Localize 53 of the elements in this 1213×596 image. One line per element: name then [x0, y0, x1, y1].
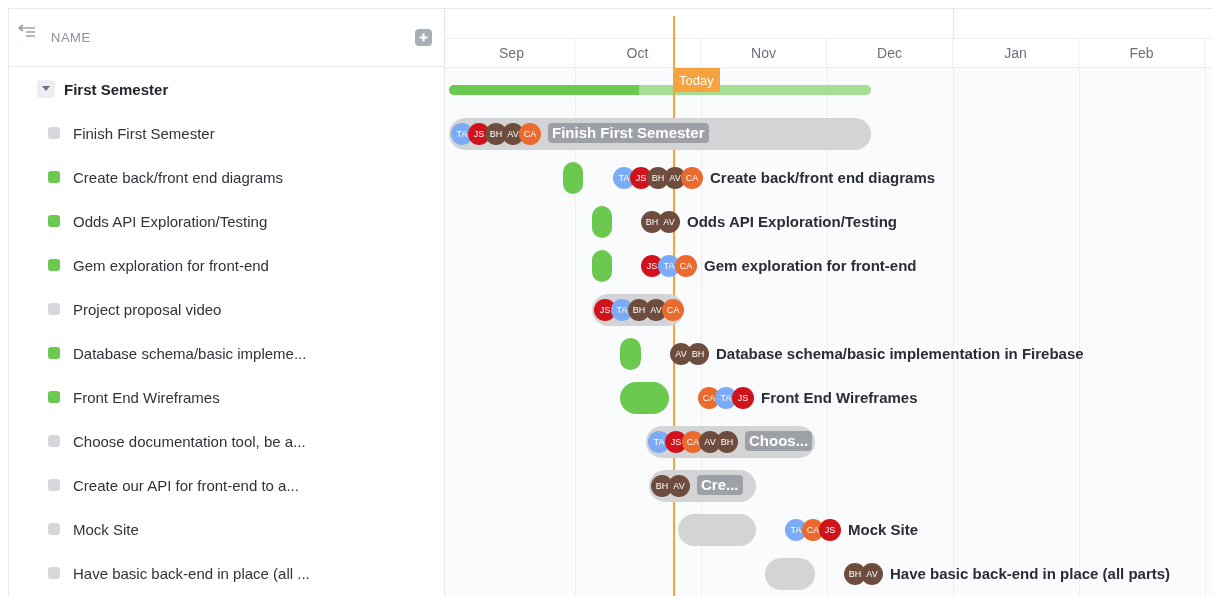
add-icon[interactable] — [415, 29, 432, 46]
status-square[interactable] — [48, 435, 60, 447]
collapse-icon[interactable] — [18, 23, 36, 38]
month-label: Dec — [877, 45, 902, 61]
status-square[interactable] — [48, 259, 60, 271]
bar-label: Database schema/basic implementation in Firebase — [716, 344, 1084, 364]
task-name[interactable]: Create our API for front-end to a... — [73, 476, 299, 494]
bar-label: Gem exploration for front-end — [704, 256, 917, 276]
task-name[interactable]: Front End Wireframes — [73, 388, 220, 406]
month-label: Oct — [626, 45, 649, 61]
status-square[interactable] — [48, 303, 60, 315]
avatar: JS — [732, 387, 754, 409]
status-square[interactable] — [48, 479, 60, 491]
today-marker: Today — [673, 68, 720, 92]
status-square[interactable] — [48, 127, 60, 139]
bar-label: Have basic back-end in place (all parts) — [890, 564, 1171, 584]
bar-label: Cre... — [697, 475, 743, 495]
avatar: CA — [681, 167, 703, 189]
month-label: Jan — [1004, 45, 1027, 61]
status-square[interactable] — [48, 523, 60, 535]
bar-label: Mock Site — [848, 520, 919, 540]
status-square[interactable] — [48, 171, 60, 183]
status-square[interactable] — [48, 567, 60, 579]
avatar: JS — [819, 519, 841, 541]
bar-label: Front End Wireframes — [761, 388, 918, 408]
task-name[interactable]: Odds API Exploration/Testing — [73, 212, 268, 230]
group-name[interactable]: First Semester — [64, 80, 169, 98]
task-name[interactable]: Project proposal video — [73, 300, 222, 318]
bar-label: Choos... — [745, 431, 813, 451]
avatar: AV — [861, 563, 883, 585]
column-header: NAME — [51, 30, 91, 45]
avatar: CA — [662, 299, 684, 321]
status-square[interactable] — [48, 391, 60, 403]
month-label: Feb — [1129, 45, 1154, 61]
status-square[interactable] — [48, 215, 60, 227]
month-label: Nov — [751, 45, 776, 61]
task-name[interactable]: Create back/front end diagrams — [73, 168, 284, 186]
caret-icon — [42, 86, 50, 92]
expand-toggle[interactable] — [37, 80, 55, 98]
task-name[interactable]: Mock Site — [73, 520, 139, 538]
bar-label: Create back/front end diagrams — [710, 168, 936, 188]
task-name[interactable]: Choose documentation tool, be a... — [73, 432, 306, 450]
avatar: CA — [675, 255, 697, 277]
avatar: BH — [687, 343, 709, 365]
bar-label: Odds API Exploration/Testing — [687, 212, 897, 232]
task-name[interactable]: Gem exploration for front-end — [73, 256, 269, 274]
status-square[interactable] — [48, 347, 60, 359]
month-label: Sep — [499, 45, 524, 61]
bar-label: Finish First Semester — [548, 123, 709, 143]
task-name[interactable]: Finish First Semester — [73, 124, 215, 142]
task-name[interactable]: Have basic back-end in place (all ... — [73, 564, 310, 582]
task-name[interactable]: Database schema/basic impleme... — [73, 344, 307, 362]
avatar: AV — [658, 211, 680, 233]
